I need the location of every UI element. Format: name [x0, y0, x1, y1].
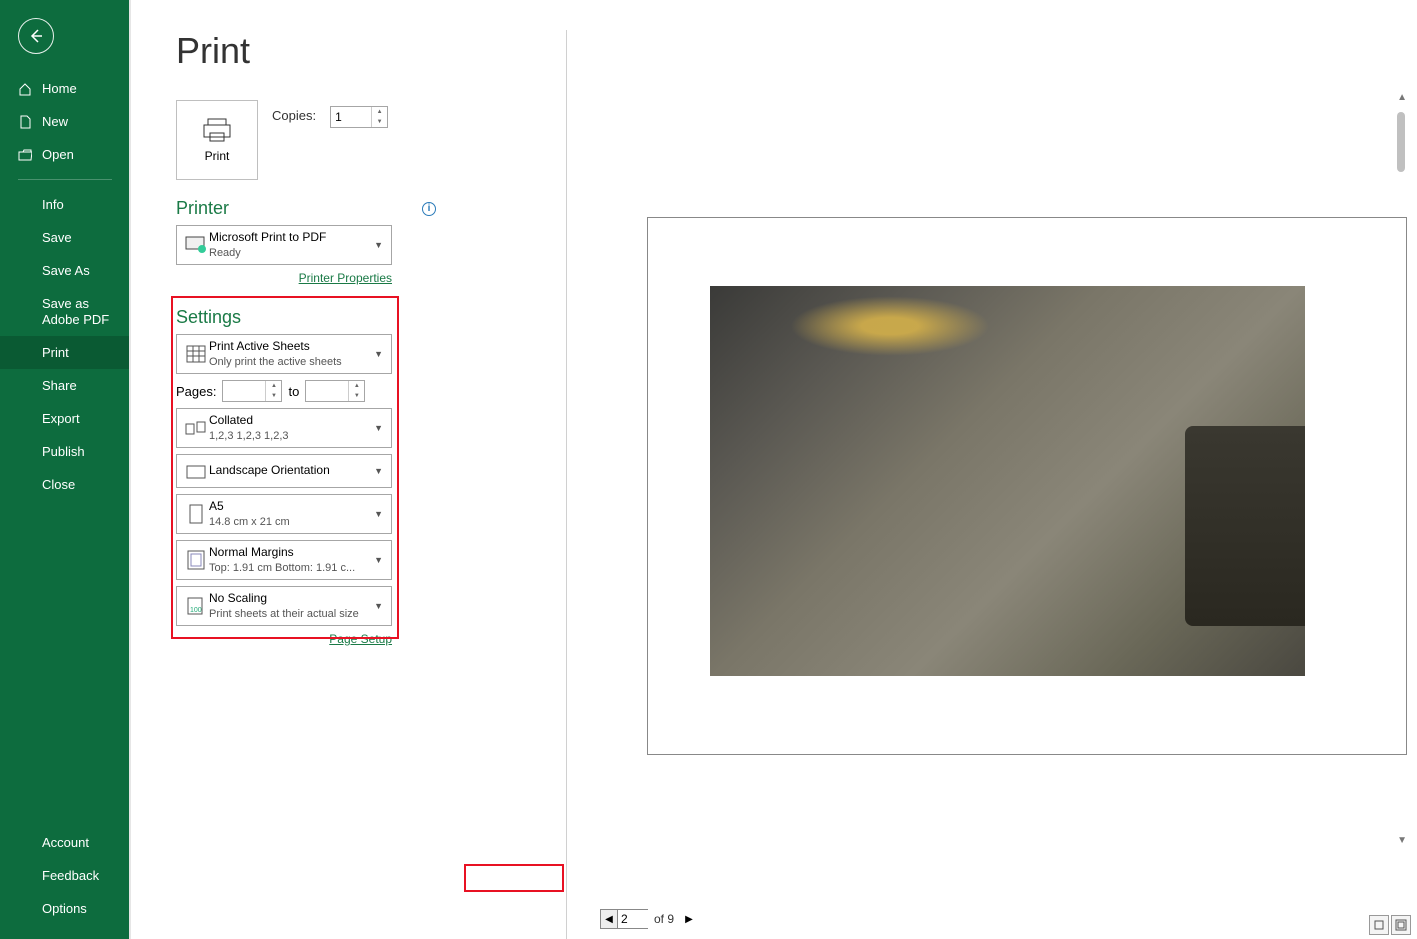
- collate-dropdown[interactable]: Collated 1,2,3 1,2,3 1,2,3 ▼: [176, 408, 392, 448]
- scaling-sub: Print sheets at their actual size: [209, 607, 372, 621]
- copies-input[interactable]: ▲▼: [330, 106, 388, 128]
- folder-open-icon: [18, 148, 32, 162]
- sidebar-item-home[interactable]: Home: [0, 72, 130, 105]
- page-setup-link[interactable]: Page Setup: [176, 632, 392, 646]
- page-count-label: of 9: [654, 912, 674, 926]
- copies-field[interactable]: [331, 107, 371, 127]
- print-button-label: Print: [205, 149, 230, 163]
- sheets-icon: [183, 345, 209, 363]
- sidebar-item-account[interactable]: Account: [0, 826, 130, 859]
- sidebar-item-close[interactable]: Close: [0, 468, 130, 501]
- copies-down[interactable]: ▼: [372, 117, 387, 127]
- new-doc-icon: [18, 115, 32, 129]
- landscape-icon: [183, 463, 209, 479]
- chevron-down-icon: ▼: [372, 423, 385, 433]
- sidebar-item-save-adobe[interactable]: Save as Adobe PDF: [0, 287, 130, 336]
- preview-scrollbar[interactable]: [1397, 112, 1405, 172]
- home-icon: [18, 82, 32, 96]
- sidebar-item-saveas[interactable]: Save As: [0, 254, 130, 287]
- sidebar-item-options[interactable]: Options: [0, 892, 130, 925]
- current-page-input[interactable]: [618, 909, 648, 929]
- print-what-sub: Only print the active sheets: [209, 355, 372, 369]
- chevron-down-icon: ▼: [372, 349, 385, 359]
- chevron-down-icon: ▼: [372, 509, 385, 519]
- orientation-dropdown[interactable]: Landscape Orientation ▼: [176, 454, 392, 488]
- margins-icon: [183, 550, 209, 570]
- sidebar-label: Open: [42, 147, 74, 162]
- scroll-down-icon[interactable]: ▼: [1397, 835, 1407, 846]
- orientation-title: Landscape Orientation: [209, 463, 372, 479]
- printer-name: Microsoft Print to PDF: [209, 230, 372, 246]
- pages-from-input[interactable]: ▲▼: [222, 380, 282, 402]
- preview-bottom-bar: ◀ of 9 ▶: [572, 899, 1417, 939]
- vertical-divider: [566, 30, 567, 939]
- printer-status: Ready: [209, 246, 372, 260]
- zoom-to-page-button[interactable]: [1369, 915, 1389, 935]
- sidebar-item-share[interactable]: Share: [0, 369, 130, 402]
- print-button[interactable]: Print: [176, 100, 258, 180]
- print-backstage-main: Print Print Copies: ▲▼ Printer i Microso…: [132, 0, 1417, 939]
- scaling-icon: 100: [183, 596, 209, 616]
- sidebar-item-new[interactable]: New: [0, 105, 130, 138]
- print-what-title: Print Active Sheets: [209, 339, 372, 355]
- margins-title: Normal Margins: [209, 545, 372, 561]
- print-controls-column: Print Copies: ▲▼ Printer i Microsoft Pri…: [176, 100, 436, 646]
- scaling-title: No Scaling: [209, 591, 372, 607]
- printer-info-icon[interactable]: i: [422, 202, 436, 216]
- printer-device-icon: [183, 235, 209, 255]
- backstage-sidebar: Home New Open Info Save Save As Save as …: [0, 0, 130, 939]
- sidebar-item-feedback[interactable]: Feedback: [0, 859, 130, 892]
- print-preview-area: ▲ ▼: [572, 32, 1407, 894]
- pages-to-input[interactable]: ▲▼: [305, 380, 365, 402]
- chevron-down-icon: ▼: [372, 555, 385, 565]
- sidebar-divider: [18, 179, 112, 180]
- sidebar-item-export[interactable]: Export: [0, 402, 130, 435]
- printer-icon: [202, 117, 232, 143]
- preview-image-content: [710, 286, 1305, 676]
- chevron-down-icon: ▼: [372, 601, 385, 611]
- printer-properties-link[interactable]: Printer Properties: [176, 271, 392, 285]
- paper-size-dropdown[interactable]: A5 14.8 cm x 21 cm ▼: [176, 494, 392, 534]
- collate-title: Collated: [209, 413, 372, 429]
- margins-sub: Top: 1.91 cm Bottom: 1.91 c...: [209, 561, 372, 575]
- page-icon: [183, 504, 209, 524]
- printer-section-header: Printer: [176, 198, 229, 219]
- show-margins-button[interactable]: [1391, 915, 1411, 935]
- page-preview: [647, 217, 1407, 755]
- print-what-dropdown[interactable]: Print Active Sheets Only print the activ…: [176, 334, 392, 374]
- pages-label: Pages:: [176, 384, 216, 399]
- printer-dropdown[interactable]: Microsoft Print to PDF Ready ▼: [176, 225, 392, 265]
- settings-section-header: Settings: [176, 307, 241, 328]
- prev-page-button[interactable]: ◀: [600, 909, 618, 929]
- sidebar-item-print[interactable]: Print: [0, 336, 130, 369]
- svg-text:100: 100: [190, 607, 202, 614]
- sidebar-item-publish[interactable]: Publish: [0, 435, 130, 468]
- sidebar-item-save[interactable]: Save: [0, 221, 130, 254]
- collate-icon: [183, 421, 209, 435]
- sidebar-item-info[interactable]: Info: [0, 188, 130, 221]
- scaling-dropdown[interactable]: 100 No Scaling Print sheets at their act…: [176, 586, 392, 626]
- sidebar-item-open[interactable]: Open: [0, 138, 130, 171]
- collate-sub: 1,2,3 1,2,3 1,2,3: [209, 429, 372, 443]
- pages-to-label: to: [288, 384, 299, 399]
- paper-sub: 14.8 cm x 21 cm: [209, 515, 372, 529]
- margins-dropdown[interactable]: Normal Margins Top: 1.91 cm Bottom: 1.91…: [176, 540, 392, 580]
- scroll-up-icon[interactable]: ▲: [1397, 92, 1407, 103]
- back-button[interactable]: [18, 18, 54, 54]
- sidebar-label: Home: [42, 81, 77, 96]
- sidebar-label: New: [42, 114, 68, 129]
- paper-title: A5: [209, 499, 372, 515]
- next-page-button[interactable]: ▶: [680, 909, 698, 929]
- chevron-down-icon: ▼: [372, 240, 385, 250]
- chevron-down-icon: ▼: [372, 466, 385, 476]
- copies-label: Copies:: [272, 108, 316, 123]
- highlight-pager-box: [464, 864, 564, 892]
- copies-up[interactable]: ▲: [372, 107, 387, 117]
